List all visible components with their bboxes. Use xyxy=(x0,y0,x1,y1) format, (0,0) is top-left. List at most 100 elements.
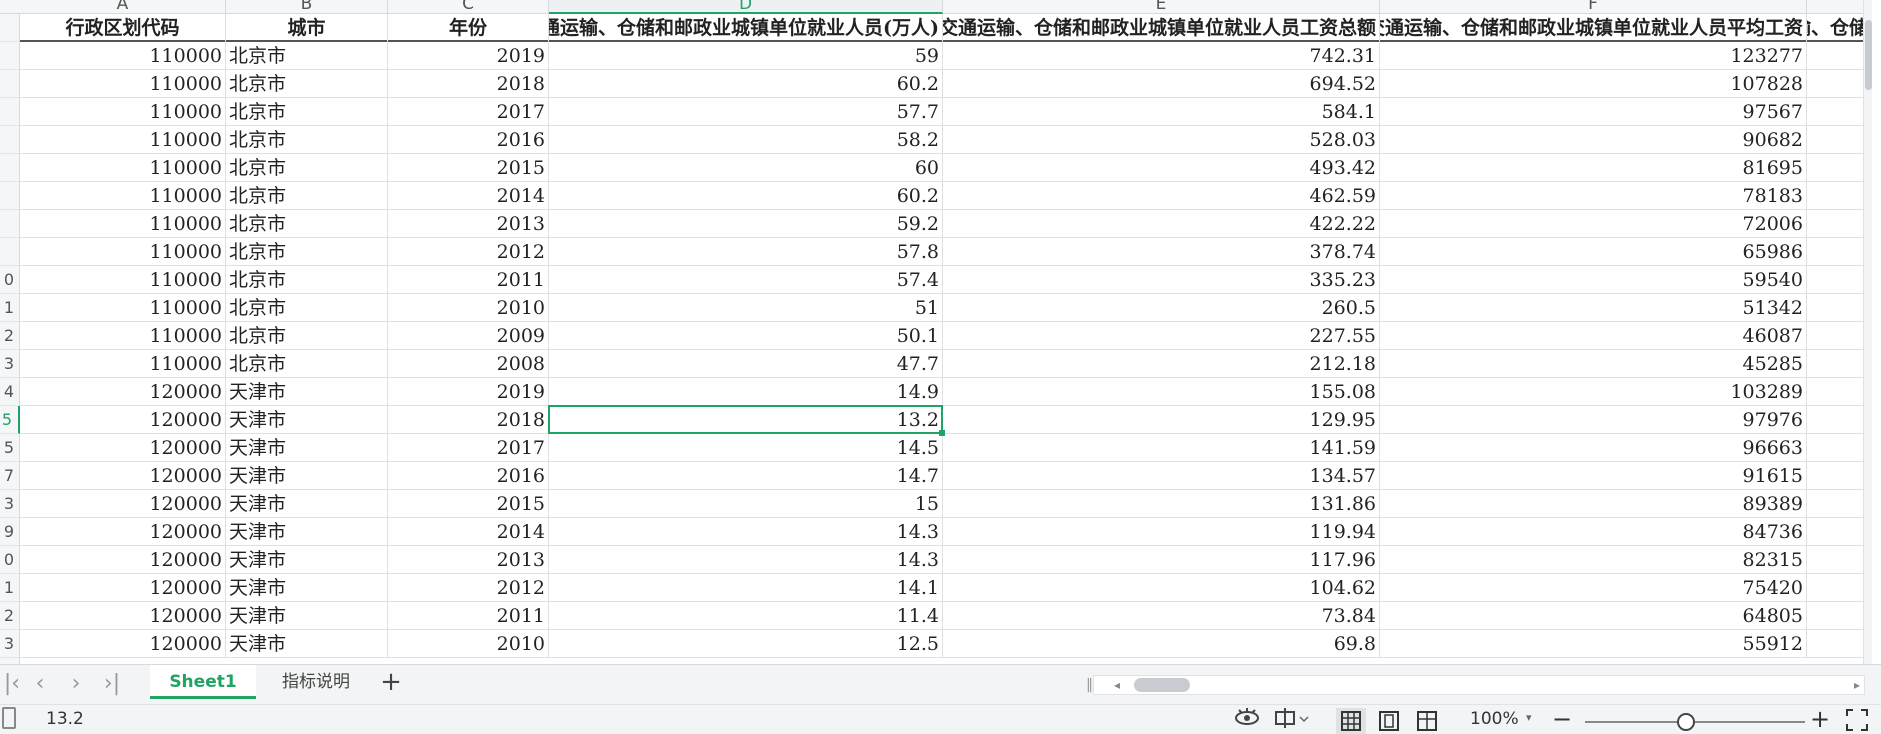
table-cell[interactable]: 15 xyxy=(549,490,943,518)
table-cell[interactable]: 123277 xyxy=(1380,42,1807,70)
table-cell[interactable]: 120000 xyxy=(20,546,226,574)
table-cell[interactable]: 北京市 xyxy=(226,126,388,154)
table-cell[interactable]: 155.08 xyxy=(943,378,1380,406)
table-cell[interactable]: 120000 xyxy=(20,462,226,490)
header-cell[interactable]: 交通运输、仓储和邮政业城镇单位就业人员平均工资 xyxy=(1380,14,1807,42)
table-cell[interactable]: 天津市 xyxy=(226,574,388,602)
table-cell[interactable]: 天津市 xyxy=(226,434,388,462)
table-cell[interactable]: 北京市 xyxy=(226,350,388,378)
row-number[interactable] xyxy=(0,238,20,266)
table-row[interactable]: 110000 北京市 2015 60 493.42 81695 xyxy=(20,154,1872,182)
row-number[interactable] xyxy=(0,154,20,182)
table-cell[interactable]: 11.4 xyxy=(549,602,943,630)
header-cell[interactable]: 行政区划代码 xyxy=(20,14,226,42)
table-cell[interactable]: 64805 xyxy=(1380,602,1807,630)
row-number[interactable]: 3 xyxy=(0,350,20,378)
next-sheet-button[interactable]: › xyxy=(64,673,88,697)
table-row[interactable]: 120000 天津市 2015 15 131.86 89389 xyxy=(20,490,1872,518)
table-cell[interactable]: 51 xyxy=(549,294,943,322)
header-cell[interactable]: 交通运输、仓储和邮政业城镇单位就业人员工资总额 xyxy=(943,14,1380,42)
fullscreen-icon[interactable] xyxy=(1846,709,1868,731)
first-sheet-button[interactable]: |‹ xyxy=(0,673,24,697)
table-row[interactable]: 110000 北京市 2017 57.7 584.1 97567 xyxy=(20,98,1872,126)
table-cell[interactable]: 55912 xyxy=(1380,630,1807,658)
table-cell[interactable]: 96663 xyxy=(1380,434,1807,462)
table-cell[interactable]: 45285 xyxy=(1380,350,1807,378)
table-cell[interactable]: 584.1 xyxy=(943,98,1380,126)
horizontal-scrollbar[interactable]: ‖ ◂ ▸ xyxy=(1086,675,1865,695)
table-cell[interactable]: 2012 xyxy=(388,238,549,266)
table-row[interactable]: 120000 天津市 2014 14.3 119.94 84736 xyxy=(20,518,1872,546)
scroll-left-arrow-icon[interactable]: ◂ xyxy=(1114,676,1120,694)
table-cell[interactable]: 天津市 xyxy=(226,462,388,490)
header-cell[interactable]: 年份 xyxy=(388,14,549,42)
table-row[interactable]: 120000 天津市 2018 13.2 129.95 97976 xyxy=(20,406,1872,434)
table-cell[interactable]: 104.62 xyxy=(943,574,1380,602)
table-row[interactable]: 120000 天津市 2017 14.5 141.59 96663 xyxy=(20,434,1872,462)
table-cell[interactable]: 119.94 xyxy=(943,518,1380,546)
table-cell[interactable]: 13.2 xyxy=(549,406,943,434)
table-cell[interactable]: 60.2 xyxy=(549,70,943,98)
table-cell[interactable]: 14.5 xyxy=(549,434,943,462)
row-number[interactable]: 4 xyxy=(0,378,20,406)
table-row[interactable]: 120000 天津市 2012 14.1 104.62 75420 xyxy=(20,574,1872,602)
table-cell[interactable]: 12.5 xyxy=(549,630,943,658)
row-number[interactable]: 2 xyxy=(0,602,20,630)
last-sheet-button[interactable]: ›| xyxy=(100,673,124,697)
sync-icon[interactable] xyxy=(1272,707,1312,733)
table-cell[interactable]: 72006 xyxy=(1380,210,1807,238)
table-cell[interactable]: 北京市 xyxy=(226,210,388,238)
table-cell[interactable]: 110000 xyxy=(20,238,226,266)
table-cell[interactable]: 2009 xyxy=(388,322,549,350)
table-cell[interactable]: 120000 xyxy=(20,434,226,462)
split-handle[interactable]: ‖ xyxy=(1086,676,1093,694)
table-row[interactable]: 110000 北京市 2014 60.2 462.59 78183 xyxy=(20,182,1872,210)
table-cell[interactable]: 65986 xyxy=(1380,238,1807,266)
table-cell[interactable]: 60.2 xyxy=(549,182,943,210)
table-cell[interactable]: 110000 xyxy=(20,154,226,182)
table-cell[interactable]: 2016 xyxy=(388,126,549,154)
table-cell[interactable]: 北京市 xyxy=(226,98,388,126)
table-cell[interactable]: 78183 xyxy=(1380,182,1807,210)
table-cell[interactable]: 110000 xyxy=(20,322,226,350)
table-cell[interactable]: 120000 xyxy=(20,518,226,546)
page-layout-icon[interactable] xyxy=(1374,708,1404,734)
table-cell[interactable]: 57.8 xyxy=(549,238,943,266)
table-cell[interactable]: 2011 xyxy=(388,602,549,630)
table-cell[interactable]: 2019 xyxy=(388,378,549,406)
table-cell[interactable]: 北京市 xyxy=(226,182,388,210)
header-cell[interactable]: 城市 xyxy=(226,14,388,42)
table-row[interactable]: 110000 北京市 2011 57.4 335.23 59540 xyxy=(20,266,1872,294)
table-cell[interactable]: 107828 xyxy=(1380,70,1807,98)
table-cell[interactable]: 2010 xyxy=(388,630,549,658)
table-row[interactable]: 110000 北京市 2010 51 260.5 51342 xyxy=(20,294,1872,322)
zoom-level[interactable]: 100% xyxy=(1470,709,1519,729)
table-cell[interactable]: 75420 xyxy=(1380,574,1807,602)
table-cell[interactable]: 14.1 xyxy=(549,574,943,602)
table-cell[interactable]: 47.7 xyxy=(549,350,943,378)
table-cell[interactable]: 2017 xyxy=(388,98,549,126)
table-cell[interactable]: 2010 xyxy=(388,294,549,322)
row-number[interactable]: 5 xyxy=(0,434,20,462)
table-cell[interactable]: 59 xyxy=(549,42,943,70)
spreadsheet-grid[interactable]: A B C D E F 01234557390123 行政区划代码 城市 年份 交通运… xyxy=(0,0,1872,664)
table-cell[interactable]: 2015 xyxy=(388,490,549,518)
table-cell[interactable]: 91615 xyxy=(1380,462,1807,490)
table-cell[interactable]: 北京市 xyxy=(226,266,388,294)
row-number[interactable] xyxy=(0,42,20,70)
column-header-e[interactable]: E xyxy=(943,0,1380,14)
table-row[interactable]: 120000 天津市 2011 11.4 73.84 64805 xyxy=(20,602,1872,630)
table-row[interactable]: 110000 北京市 2008 47.7 212.18 45285 xyxy=(20,350,1872,378)
table-cell[interactable]: 57.4 xyxy=(549,266,943,294)
horizontal-scroll-thumb[interactable] xyxy=(1134,678,1190,692)
table-cell[interactable]: 北京市 xyxy=(226,294,388,322)
table-cell[interactable]: 北京市 xyxy=(226,322,388,350)
table-cell[interactable]: 北京市 xyxy=(226,70,388,98)
table-cell[interactable]: 84736 xyxy=(1380,518,1807,546)
row-number[interactable] xyxy=(0,126,20,154)
table-cell[interactable]: 2012 xyxy=(388,574,549,602)
table-cell[interactable]: 129.95 xyxy=(943,406,1380,434)
table-cell[interactable]: 81695 xyxy=(1380,154,1807,182)
table-cell[interactable]: 110000 xyxy=(20,98,226,126)
table-cell[interactable]: 120000 xyxy=(20,490,226,518)
